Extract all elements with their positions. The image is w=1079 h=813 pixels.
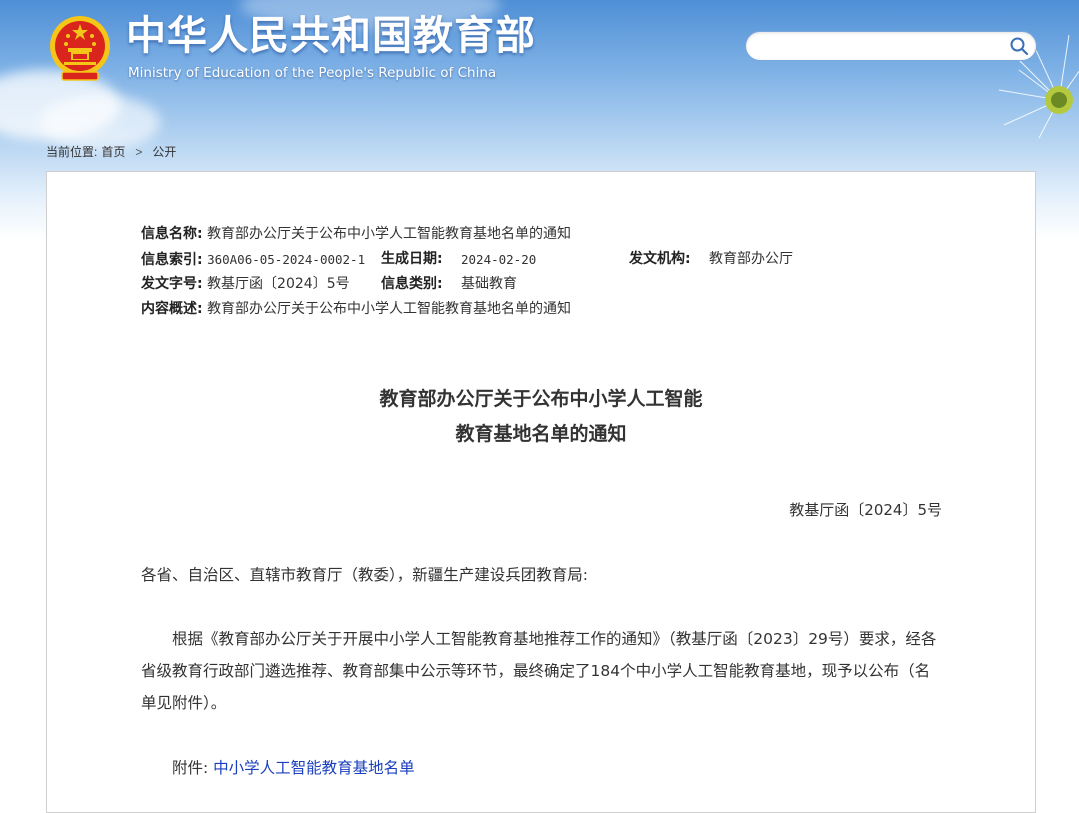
- search-box: [745, 31, 1037, 61]
- attachment-label: 附件:: [172, 759, 209, 777]
- search-icon[interactable]: [1008, 35, 1030, 57]
- breadcrumb-open-link[interactable]: 公开: [152, 145, 176, 159]
- meta-name-label: 信息名称:: [141, 226, 203, 242]
- document-addressee: 各省、自治区、直辖市教育厅（教委），新疆生产建设兵团教育局:: [141, 566, 588, 584]
- meta-docno-label: 发文字号:: [141, 276, 203, 292]
- meta-index-label: 信息索引:: [141, 252, 203, 268]
- cloud-decoration: [40, 95, 160, 150]
- meta-org-value: 教育部办公厅: [709, 251, 793, 267]
- site-title-cn[interactable]: 中华人民共和国教育部: [126, 12, 536, 60]
- content-panel: 信息名称: 教育部办公厅关于公布中小学人工智能教育基地名单的通知 信息索引: 3…: [46, 171, 1036, 813]
- info-metadata: 信息名称: 教育部办公厅关于公布中小学人工智能教育基地名单的通知 信息索引: 3…: [141, 222, 793, 322]
- document-title-line2: 教育基地名单的通知: [455, 423, 627, 445]
- meta-row-index: 信息索引: 360A06-05-2024-0002-1 生成日期: 2024-0…: [141, 247, 793, 272]
- meta-summary-label: 内容概述:: [141, 301, 203, 317]
- breadcrumb-separator: >: [135, 145, 143, 159]
- meta-name-value: 教育部办公厅关于公布中小学人工智能教育基地名单的通知: [207, 226, 572, 242]
- meta-category-label: 信息类别:: [381, 276, 443, 292]
- document-number: 教基厅函〔2024〕5号: [789, 501, 942, 519]
- meta-row-name: 信息名称: 教育部办公厅关于公布中小学人工智能教育基地名单的通知: [141, 222, 571, 247]
- meta-row-summary: 内容概述: 教育部办公厅关于公布中小学人工智能教育基地名单的通知: [141, 297, 571, 322]
- breadcrumb-home-link[interactable]: 首页: [101, 145, 125, 159]
- attachment-line: 附件: 中小学人工智能教育基地名单: [141, 752, 972, 784]
- meta-index-value: 360A06-05-2024-0002-1: [207, 252, 366, 267]
- meta-date-value: 2024-02-20: [461, 252, 537, 267]
- national-emblem-icon: [50, 16, 110, 81]
- meta-category-value: 基础教育: [461, 276, 517, 292]
- search-input[interactable]: [760, 36, 994, 58]
- breadcrumb-label: 当前位置:: [46, 145, 98, 159]
- meta-summary-value: 教育部办公厅关于公布中小学人工智能教育基地名单的通知: [207, 301, 572, 317]
- breadcrumb: 当前位置: 首页 > 公开: [46, 143, 176, 160]
- document-title: 教育部办公厅关于公布中小学人工智能 教育基地名单的通知: [47, 382, 1035, 452]
- meta-org-label: 发文机构:: [629, 251, 691, 267]
- attachment-link[interactable]: 中小学人工智能教育基地名单: [213, 759, 415, 777]
- document-title-line1: 教育部办公厅关于公布中小学人工智能: [379, 388, 703, 410]
- document-paragraph: 根据《教育部办公厅关于开展中小学人工智能教育基地推荐工作的通知》（教基厅函〔20…: [141, 630, 937, 712]
- meta-row-docno: 发文字号: 教基厅函〔2024〕5号 信息类别: 基础教育: [141, 272, 571, 297]
- meta-docno-value: 教基厅函〔2024〕5号: [207, 276, 350, 292]
- meta-date-label: 生成日期:: [381, 251, 443, 267]
- site-title-en[interactable]: Ministry of Education of the People's Re…: [128, 65, 496, 81]
